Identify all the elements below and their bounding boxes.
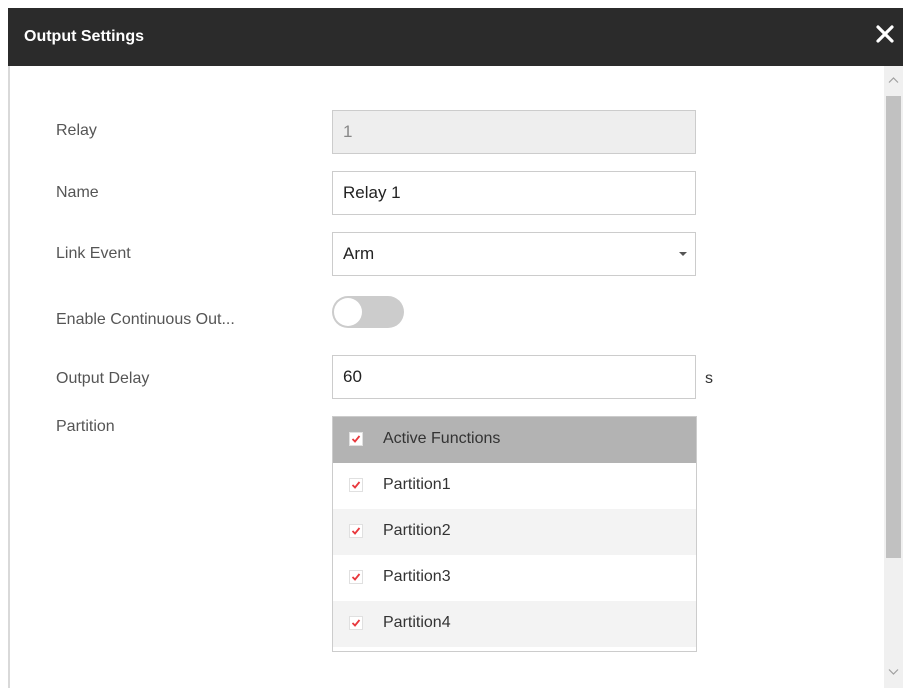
link-event-select[interactable]: Arm bbox=[332, 232, 696, 276]
checkbox-checked-icon[interactable] bbox=[349, 432, 363, 446]
dialog-titlebar: Output Settings bbox=[8, 8, 903, 66]
scroll-up-icon[interactable] bbox=[888, 76, 899, 84]
vertical-scrollbar[interactable] bbox=[884, 66, 903, 688]
continuous-output-label: Enable Continuous Out... bbox=[56, 311, 235, 328]
link-event-value: Arm bbox=[343, 244, 375, 263]
checkbox-checked-icon[interactable] bbox=[349, 616, 363, 630]
partition-row[interactable]: Partition4 bbox=[333, 601, 696, 647]
partition-header-row[interactable]: Active Functions bbox=[333, 417, 696, 463]
link-event-label: Link Event bbox=[56, 245, 131, 262]
partition-row-label: Partition2 bbox=[383, 522, 451, 539]
partition-row[interactable]: Partition1 bbox=[333, 463, 696, 509]
chevron-down-icon bbox=[679, 252, 687, 256]
output-delay-label: Output Delay bbox=[56, 370, 150, 387]
partition-row-label: Partition3 bbox=[383, 568, 451, 585]
scrollbar-thumb[interactable] bbox=[886, 96, 901, 558]
checkbox-checked-icon[interactable] bbox=[349, 524, 363, 538]
checkbox-checked-icon[interactable] bbox=[349, 478, 363, 492]
output-delay-unit: s bbox=[705, 370, 713, 387]
dialog-left-border bbox=[8, 66, 10, 688]
partition-row-label: Partition4 bbox=[383, 614, 451, 631]
name-input[interactable]: Relay 1 bbox=[332, 171, 696, 215]
partition-label: Partition bbox=[56, 418, 115, 435]
partition-row-label: Partition1 bbox=[383, 476, 451, 493]
scroll-down-icon[interactable] bbox=[888, 668, 899, 676]
toggle-knob bbox=[334, 298, 362, 326]
relay-field: 1 bbox=[332, 110, 696, 154]
name-label: Name bbox=[56, 184, 99, 201]
continuous-output-toggle[interactable] bbox=[332, 296, 404, 328]
output-delay-input[interactable]: 60 bbox=[332, 355, 696, 399]
close-icon[interactable] bbox=[873, 22, 897, 46]
dialog-title: Output Settings bbox=[24, 28, 144, 45]
checkbox-checked-icon[interactable] bbox=[349, 570, 363, 584]
partition-list: Active Functions Partition1 Partition2 P… bbox=[332, 416, 697, 652]
partition-row[interactable]: Partition3 bbox=[333, 555, 696, 601]
relay-label: Relay bbox=[56, 122, 97, 139]
partition-row[interactable]: Partition2 bbox=[333, 509, 696, 555]
partition-header-label: Active Functions bbox=[383, 430, 501, 447]
